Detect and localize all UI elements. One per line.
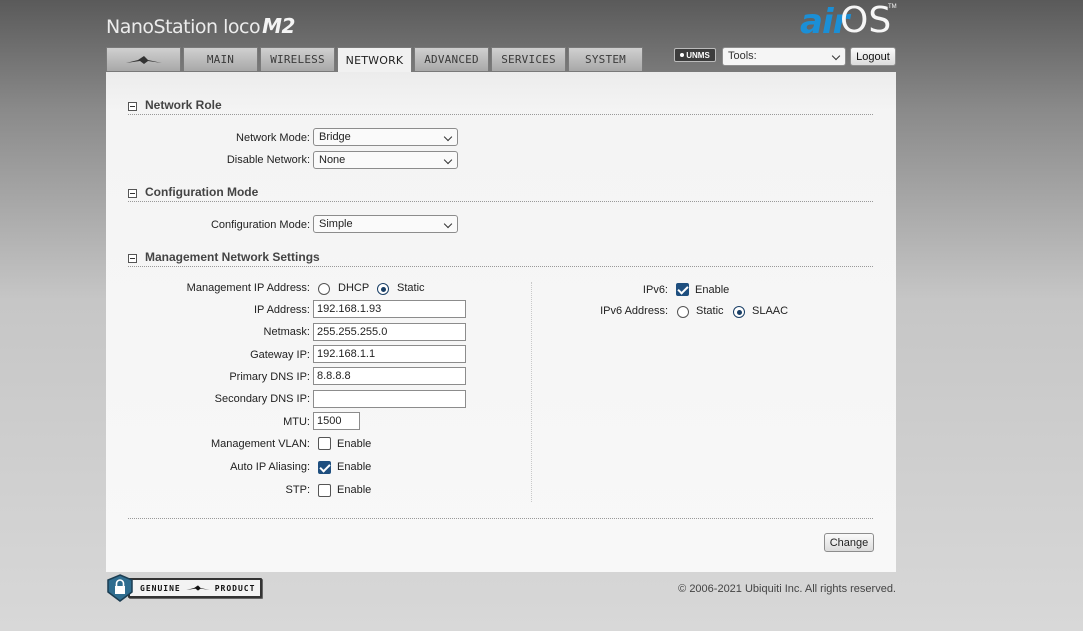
ipv6-static-radio[interactable] <box>677 306 689 318</box>
static-radio-label: Static <box>397 282 425 294</box>
airos-logo-os: OS <box>840 0 892 41</box>
main-tabs: MAIN WIRELESS NETWORK ADVANCED SERVICES … <box>106 47 645 72</box>
tab-wireless[interactable]: WIRELESS <box>260 47 335 71</box>
disable-network-select[interactable]: None <box>313 151 458 169</box>
product-text: PRODUCT <box>214 583 256 593</box>
network-settings-panel: Network Role Network Mode: Bridge Disabl… <box>106 72 896 572</box>
secondary-dns-label: Secondary DNS IP: <box>214 393 310 405</box>
netmask-label: Netmask: <box>263 326 310 338</box>
ubiquiti-logo-icon <box>125 55 162 64</box>
disable-network-value: None <box>319 154 346 166</box>
network-mode-value: Bridge <box>319 131 351 143</box>
logout-button[interactable]: Logout <box>850 47 896 66</box>
ipv6-static-label: Static <box>696 305 724 317</box>
dhcp-radio-label: DHCP <box>338 282 370 294</box>
dhcp-radio[interactable] <box>318 283 330 295</box>
chevron-down-icon <box>443 219 453 229</box>
airos-logo-tm: TM <box>888 4 897 10</box>
collapse-icon[interactable] <box>128 189 137 198</box>
disable-network-label: Disable Network: <box>226 154 310 166</box>
airos-logo: air OS TM <box>800 0 900 42</box>
tab-network[interactable]: NETWORK <box>337 47 412 72</box>
form-divider <box>128 518 873 519</box>
management-ip-label: Management IP Address: <box>186 282 310 294</box>
stp-checkbox[interactable] <box>318 484 331 497</box>
section-network-role: Network Role <box>128 98 873 115</box>
configuration-mode-value: Simple <box>319 218 353 230</box>
tools-select-value: Tools: <box>728 50 757 62</box>
stp-enable-label: Enable <box>337 484 372 496</box>
tab-advanced[interactable]: ADVANCED <box>414 47 489 71</box>
configuration-mode-select[interactable]: Simple <box>313 215 458 233</box>
ipv6-enable-label: Enable <box>695 284 730 296</box>
genuine-text: GENUINE <box>140 583 181 593</box>
auto-ip-aliasing-label: Auto IP Aliasing: <box>230 461 310 473</box>
ip-address-label: IP Address: <box>253 304 310 316</box>
ipv6-slaac-radio[interactable] <box>733 306 745 318</box>
management-vlan-label: Management VLAN: <box>210 438 310 450</box>
secondary-dns-input[interactable] <box>313 390 466 408</box>
product-model: M2 <box>262 14 295 38</box>
ipv6-address-label: IPv6 Address: <box>600 305 668 317</box>
network-mode-select[interactable]: Bridge <box>313 128 458 146</box>
tab-ubiquiti-logo[interactable] <box>106 47 181 71</box>
ipv6-label: IPv6: <box>642 284 668 296</box>
chevron-down-icon <box>831 51 841 61</box>
tab-services[interactable]: SERVICES <box>491 47 566 71</box>
auto-ip-aliasing-checkbox[interactable] <box>318 461 331 474</box>
section-title: Management Network Settings <box>145 250 320 264</box>
tools-select[interactable]: Tools: <box>722 47 846 66</box>
tab-system[interactable]: SYSTEM <box>568 47 643 71</box>
mtu-label: MTU: <box>283 416 310 428</box>
genuine-product-label: GENUINE PRODUCT <box>128 578 262 598</box>
unms-button[interactable]: UNMS <box>674 48 716 62</box>
management-vlan-enable-label: Enable <box>337 438 372 450</box>
collapse-icon[interactable] <box>128 102 137 111</box>
gateway-ip-input[interactable]: 192.168.1.1 <box>313 345 466 363</box>
gateway-ip-label: Gateway IP: <box>250 349 310 361</box>
copyright: © 2006-2021 Ubiquiti Inc. All rights res… <box>678 583 896 595</box>
ip-address-input[interactable]: 192.168.1.93 <box>313 300 466 318</box>
tab-main[interactable]: MAIN <box>183 47 258 71</box>
ubiquiti-logo-icon <box>186 585 210 591</box>
collapse-icon[interactable] <box>128 254 137 263</box>
change-button[interactable]: Change <box>824 533 874 552</box>
primary-dns-input[interactable]: 8.8.8.8 <box>313 367 466 385</box>
stp-label: STP: <box>285 484 310 496</box>
section-title: Configuration Mode <box>145 185 259 199</box>
netmask-input[interactable]: 255.255.255.0 <box>313 323 466 341</box>
mtu-input[interactable]: 1500 <box>313 412 360 430</box>
product-label: NanoStation loco <box>106 16 261 38</box>
product-name: NanoStation loco M2 <box>106 14 295 38</box>
management-vlan-checkbox[interactable] <box>318 437 331 450</box>
section-management-network: Management Network Settings <box>128 250 873 267</box>
ipv6-checkbox[interactable] <box>676 283 689 296</box>
auto-ip-aliasing-enable-label: Enable <box>337 461 372 473</box>
unms-dot-icon <box>680 53 685 57</box>
chevron-down-icon <box>443 155 453 165</box>
unms-label: UNMS <box>686 50 710 60</box>
configuration-mode-label: Configuration Mode: <box>210 219 310 231</box>
genuine-product-badge: GENUINE PRODUCT <box>106 574 264 602</box>
chevron-down-icon <box>443 132 453 142</box>
section-title: Network Role <box>145 98 222 112</box>
primary-dns-label: Primary DNS IP: <box>229 371 310 383</box>
network-mode-label: Network Mode: <box>236 132 310 144</box>
lock-shield-icon <box>107 574 133 602</box>
section-configuration-mode: Configuration Mode <box>128 185 873 202</box>
static-radio[interactable] <box>377 283 389 295</box>
ipv6-slaac-label: SLAAC <box>752 305 789 317</box>
